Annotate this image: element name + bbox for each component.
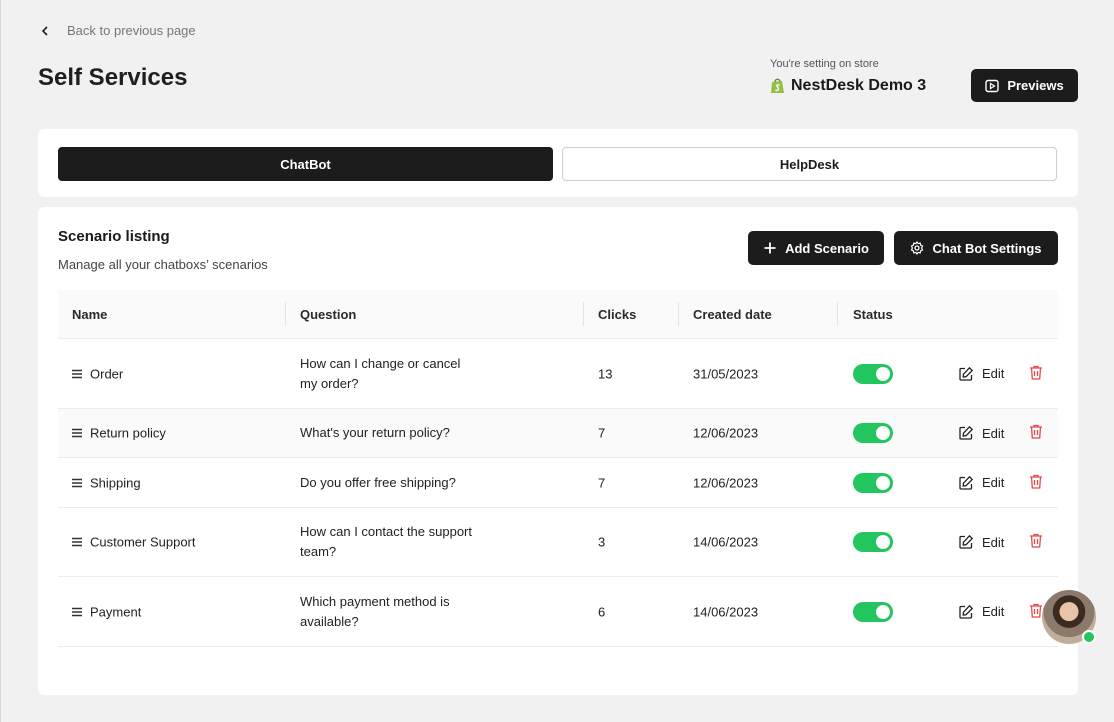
drag-lines-icon	[72, 478, 82, 487]
scenario-clicks: 7	[598, 425, 606, 441]
scenario-question: Which payment method is available?	[300, 593, 450, 629]
drag-lines-icon	[72, 428, 82, 438]
drag-handle[interactable]: Return policy	[72, 426, 166, 441]
section-title: Scenario listing	[58, 228, 170, 245]
online-status-dot	[1082, 630, 1096, 644]
scenario-card: Scenario listing Manage all your chatbox…	[38, 207, 1078, 695]
chatbot-settings-button[interactable]: Chat Bot Settings	[894, 231, 1058, 265]
scenario-date: 12/06/2023	[693, 475, 759, 490]
scenario-clicks: 13	[598, 366, 613, 381]
scenario-table: Name Question Clicks Created date Status…	[58, 290, 1058, 647]
delete-button[interactable]	[1029, 533, 1043, 551]
edit-button[interactable]: Edit	[958, 425, 1004, 441]
scenario-date: 31/05/2023	[693, 366, 759, 381]
header-status: Status	[853, 306, 893, 322]
status-toggle[interactable]	[853, 601, 893, 622]
edit-button[interactable]: Edit	[958, 475, 1004, 491]
chatbot-settings-label: Chat Bot Settings	[932, 240, 1042, 256]
plus-icon	[764, 242, 776, 254]
page-title: Self Services	[38, 64, 188, 91]
edit-label: Edit	[982, 366, 1005, 381]
status-toggle[interactable]	[853, 472, 893, 493]
drag-handle[interactable]: Payment	[72, 604, 141, 619]
trash-icon	[1030, 474, 1042, 489]
scenario-name: Payment	[90, 604, 142, 619]
scenario-name: Return policy	[90, 425, 166, 441]
edit-icon	[959, 425, 974, 440]
previews-label: Previews	[1007, 78, 1064, 93]
edit-label: Edit	[982, 604, 1005, 619]
trash-icon	[1030, 533, 1042, 548]
table-row: Customer Support How can I contact the s…	[58, 508, 1058, 577]
store-caption: You're setting on store	[770, 58, 879, 70]
scenario-name: Shipping	[90, 475, 141, 490]
delete-button[interactable]	[1029, 603, 1043, 621]
support-avatar[interactable]	[1042, 590, 1096, 644]
drag-lines-icon	[72, 607, 82, 616]
tab-chatbot[interactable]: ChatBot	[58, 147, 553, 181]
shopify-bag-icon	[771, 78, 784, 93]
previews-button[interactable]: Previews	[971, 69, 1078, 102]
back-label: Back to previous page	[67, 23, 196, 38]
scenario-clicks: 7	[598, 475, 606, 490]
edit-icon	[959, 534, 974, 549]
add-scenario-label: Add Scenario	[785, 240, 869, 256]
store-info: You're setting on store NestDesk Demo 3	[770, 58, 926, 95]
add-scenario-button[interactable]: Add Scenario	[748, 231, 884, 265]
table-row: Return policy What's your return policy?…	[58, 409, 1058, 458]
header-question: Question	[300, 306, 357, 322]
edit-icon	[959, 475, 974, 490]
table-row: Payment Which payment method is availabl…	[58, 577, 1058, 647]
status-toggle[interactable]	[853, 532, 893, 552]
scenario-question: How can I change or cancel my order?	[300, 355, 461, 391]
scenario-question: How can I contact the support team?	[300, 524, 472, 559]
tab-helpdesk[interactable]: HelpDesk	[562, 147, 1057, 181]
store-name-text: NestDesk Demo 3	[791, 77, 927, 94]
gear-icon	[911, 241, 924, 255]
header-name: Name	[72, 306, 108, 322]
trash-icon	[1030, 424, 1042, 439]
edit-icon	[959, 604, 974, 619]
table-row: Shipping Do you offer free shipping? 7 1…	[58, 458, 1058, 508]
scenario-clicks: 6	[598, 604, 606, 619]
scenario-date: 14/06/2023	[693, 534, 759, 550]
section-subtitle: Manage all your chatboxs’ scenarios	[58, 257, 268, 272]
header-created-date: Created date	[693, 306, 772, 322]
drag-lines-icon	[72, 537, 82, 547]
edit-button[interactable]: Edit	[958, 534, 1004, 550]
edit-icon	[959, 366, 974, 381]
drag-handle[interactable]: Shipping	[72, 475, 141, 490]
scenario-question: Do you offer free shipping?	[300, 474, 456, 490]
status-toggle[interactable]	[853, 363, 893, 384]
edit-button[interactable]: Edit	[958, 366, 1004, 382]
edit-label: Edit	[982, 475, 1005, 490]
trash-icon	[1030, 603, 1042, 618]
edit-button[interactable]: Edit	[958, 604, 1004, 620]
tabs-bar: ChatBot HelpDesk	[38, 129, 1078, 197]
drag-handle[interactable]: Order	[72, 366, 123, 381]
store-name: NestDesk Demo 3	[770, 77, 926, 95]
drag-handle[interactable]: Customer Support	[72, 535, 196, 550]
table-header: Name Question Clicks Created date Status	[58, 290, 1058, 339]
edit-label: Edit	[982, 534, 1005, 550]
back-link[interactable]: Back to previous page	[39, 23, 196, 38]
table-row: Order How can I change or cancel my orde…	[58, 339, 1058, 409]
header-clicks: Clicks	[598, 306, 637, 322]
trash-icon	[1030, 365, 1042, 380]
status-toggle[interactable]	[853, 423, 893, 443]
chevron-left-icon	[41, 25, 48, 36]
delete-button[interactable]	[1029, 365, 1043, 383]
delete-button[interactable]	[1029, 424, 1043, 442]
scenario-name: Order	[90, 366, 124, 381]
delete-button[interactable]	[1029, 474, 1043, 492]
scenario-question: What's your return policy?	[300, 425, 450, 440]
scenario-name: Customer Support	[90, 534, 196, 550]
scenario-clicks: 3	[598, 534, 606, 550]
drag-lines-icon	[72, 369, 82, 378]
edit-label: Edit	[982, 425, 1005, 441]
scenario-date: 14/06/2023	[693, 604, 759, 619]
play-square-icon	[985, 79, 1000, 92]
scenario-date: 12/06/2023	[693, 425, 759, 441]
